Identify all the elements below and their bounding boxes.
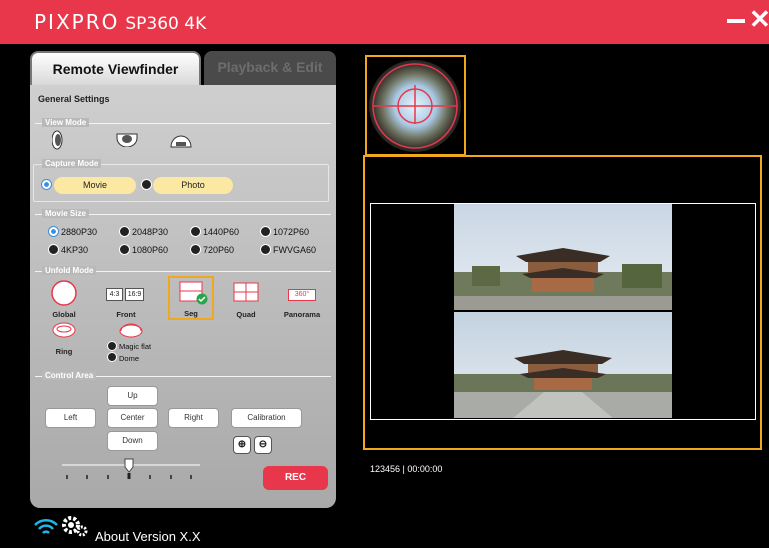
tab-remote-viewfinder[interactable]: Remote Viewfinder xyxy=(30,51,201,85)
viewer-frame xyxy=(370,203,756,420)
movie-size-label: Movie Size xyxy=(42,209,89,218)
minimize-button[interactable] xyxy=(727,19,745,23)
size-720p60-label: 720P60 xyxy=(203,245,235,255)
size-4kp30-radio[interactable] xyxy=(48,244,59,255)
seg-option[interactable]: Seg xyxy=(168,276,214,320)
size-2880p30-label: 2880P30 xyxy=(61,227,98,237)
panel-title: General Settings xyxy=(38,94,110,104)
panorama-icon[interactable]: 360° xyxy=(288,289,316,301)
quad-label: Quad xyxy=(236,310,256,319)
size-720p60-radio[interactable] xyxy=(190,244,201,255)
main-viewer[interactable] xyxy=(363,155,762,450)
dome-view-icon[interactable] xyxy=(170,134,192,148)
front-label: Front xyxy=(116,310,136,319)
status-readout: 123456 | 00:00:00 xyxy=(370,464,443,474)
magic-flat-radio[interactable] xyxy=(107,341,117,351)
photo-radio[interactable] xyxy=(141,179,152,190)
fisheye-preview xyxy=(369,60,461,152)
top-segment-image xyxy=(454,204,672,310)
model-name: SP360 4K xyxy=(125,14,207,34)
tab-playback-edit[interactable]: Playback & Edit xyxy=(204,51,336,85)
size-1080p60-label: 1080P60 xyxy=(132,245,169,255)
wifi-icon[interactable] xyxy=(32,516,60,538)
zoom-out-icon[interactable]: ⊖ xyxy=(254,436,272,454)
view-mode-label: View Mode xyxy=(42,118,90,127)
size-fwvga60-radio[interactable] xyxy=(260,244,271,255)
control-area-label: Control Area xyxy=(42,371,97,380)
settings-panel: General Settings View Mode Capture Mode … xyxy=(30,85,336,508)
movie-radio[interactable] xyxy=(41,179,52,190)
about-version-link[interactable]: About Version X.X xyxy=(95,529,201,544)
unfold-mode-label: Unfold Mode xyxy=(42,266,97,275)
size-4kp30-label: 4KP30 xyxy=(61,245,89,255)
center-button[interactable]: Center xyxy=(107,408,158,428)
global-label: Global xyxy=(52,310,76,319)
calibration-button[interactable]: Calibration xyxy=(231,408,302,428)
ring-label: Ring xyxy=(55,347,73,356)
brand-name: PIXPRO xyxy=(34,10,120,34)
dome-unfold-icon[interactable] xyxy=(119,322,143,338)
fisheye-thumbnail[interactable] xyxy=(365,55,466,156)
record-button[interactable]: REC xyxy=(263,466,328,490)
app-logo: PIXPRO SP360 4K xyxy=(34,10,206,34)
zoom-in-icon[interactable]: ⊕ xyxy=(233,436,251,454)
size-2048p30-radio[interactable] xyxy=(119,226,130,237)
down-button[interactable]: Down xyxy=(107,431,158,451)
close-button[interactable]: ✕ xyxy=(749,4,769,34)
front-view-icon[interactable] xyxy=(52,130,66,150)
size-1440p60-label: 1440P60 xyxy=(203,227,240,237)
left-button[interactable]: Left xyxy=(45,408,96,428)
ratio-16-9-button[interactable]: 16:9 xyxy=(125,288,144,301)
dome-label: Dome xyxy=(119,354,140,363)
slider-thumb[interactable] xyxy=(124,458,134,473)
size-fwvga60-label: FWVGA60 xyxy=(273,245,317,255)
right-button[interactable]: Right xyxy=(168,408,219,428)
movie-button[interactable]: Movie xyxy=(54,177,136,194)
photo-button[interactable]: Photo xyxy=(153,177,233,194)
dome-radio[interactable] xyxy=(107,352,117,362)
size-1072p60-label: 1072P60 xyxy=(273,227,310,237)
title-bar: PIXPRO SP360 4K ✕ xyxy=(0,0,769,44)
ring-icon[interactable] xyxy=(52,322,76,338)
size-1440p60-radio[interactable] xyxy=(190,226,201,237)
magic-flat-label: Magic flat xyxy=(119,342,152,351)
bottom-segment-image xyxy=(454,312,672,418)
quad-icon[interactable] xyxy=(233,282,259,302)
up-button[interactable]: Up xyxy=(107,386,158,406)
size-2880p30-radio[interactable] xyxy=(48,226,59,237)
zoom-slider[interactable] xyxy=(60,457,205,481)
size-2048p30-label: 2048P30 xyxy=(132,227,169,237)
seg-label: Seg xyxy=(184,309,198,318)
size-1072p60-radio[interactable] xyxy=(260,226,271,237)
capture-mode-label: Capture Mode xyxy=(42,159,102,168)
ratio-4-3-button[interactable]: 4:3 xyxy=(106,288,123,301)
global-icon[interactable] xyxy=(50,279,78,307)
size-1080p60-radio[interactable] xyxy=(119,244,130,255)
settings-gear-icon[interactable] xyxy=(61,514,89,538)
panorama-label: Panorama xyxy=(283,310,321,319)
check-icon xyxy=(196,293,208,305)
top-view-icon[interactable] xyxy=(116,133,138,147)
